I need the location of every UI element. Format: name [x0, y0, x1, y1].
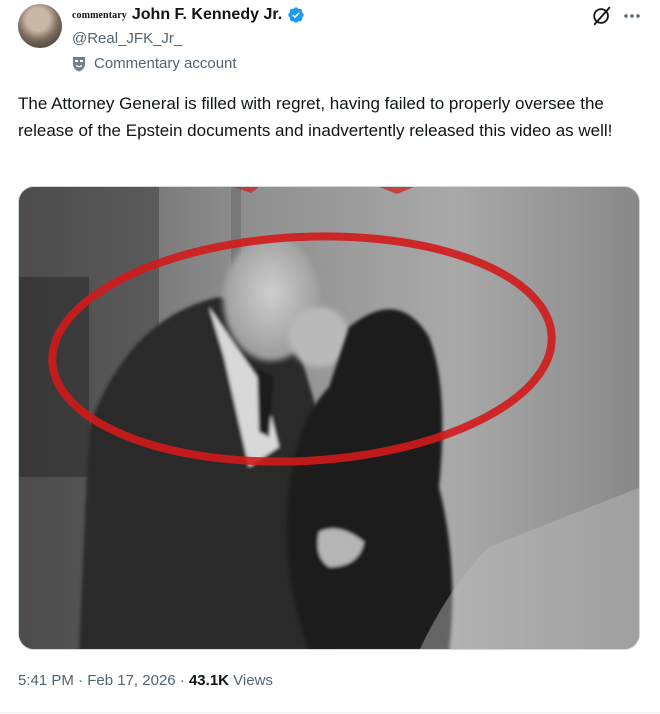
tweet-text: The Attorney General is filled with regr… — [18, 94, 613, 140]
tweet-post: commentary John F. Kennedy Jr. @Real_JFK… — [0, 0, 660, 714]
account-prefix: commentary — [72, 9, 127, 21]
tweet-meta: 5:41 PM · Feb 17, 2026 · 43.1K Views — [18, 672, 273, 689]
tweet-time[interactable]: 5:41 PM — [18, 672, 74, 689]
name-row: commentary John F. Kennedy Jr. — [72, 4, 305, 26]
divider — [0, 712, 660, 713]
video-frame — [19, 187, 639, 649]
views-label: Views — [229, 672, 273, 689]
verified-badge-icon — [288, 7, 304, 23]
meta-separator: · — [73, 672, 88, 689]
tweet-date[interactable]: Feb 17, 2026 — [87, 672, 175, 689]
meta-separator-2: · — [175, 672, 189, 689]
more-icon[interactable] — [622, 6, 642, 26]
mask-icon — [73, 56, 85, 71]
handle[interactable]: @Real_JFK_Jr_ — [72, 30, 182, 47]
grok-icon[interactable] — [591, 5, 613, 27]
avatar[interactable] — [18, 4, 62, 48]
display-name[interactable]: John F. Kennedy Jr. — [132, 6, 282, 24]
tweet-header: commentary John F. Kennedy Jr. @Real_JFK… — [72, 4, 660, 74]
tweet-video[interactable] — [18, 186, 640, 650]
account-label: Commentary account — [72, 55, 237, 72]
account-label-text: Commentary account — [94, 55, 237, 72]
views-count: 43.1K — [188, 672, 229, 689]
